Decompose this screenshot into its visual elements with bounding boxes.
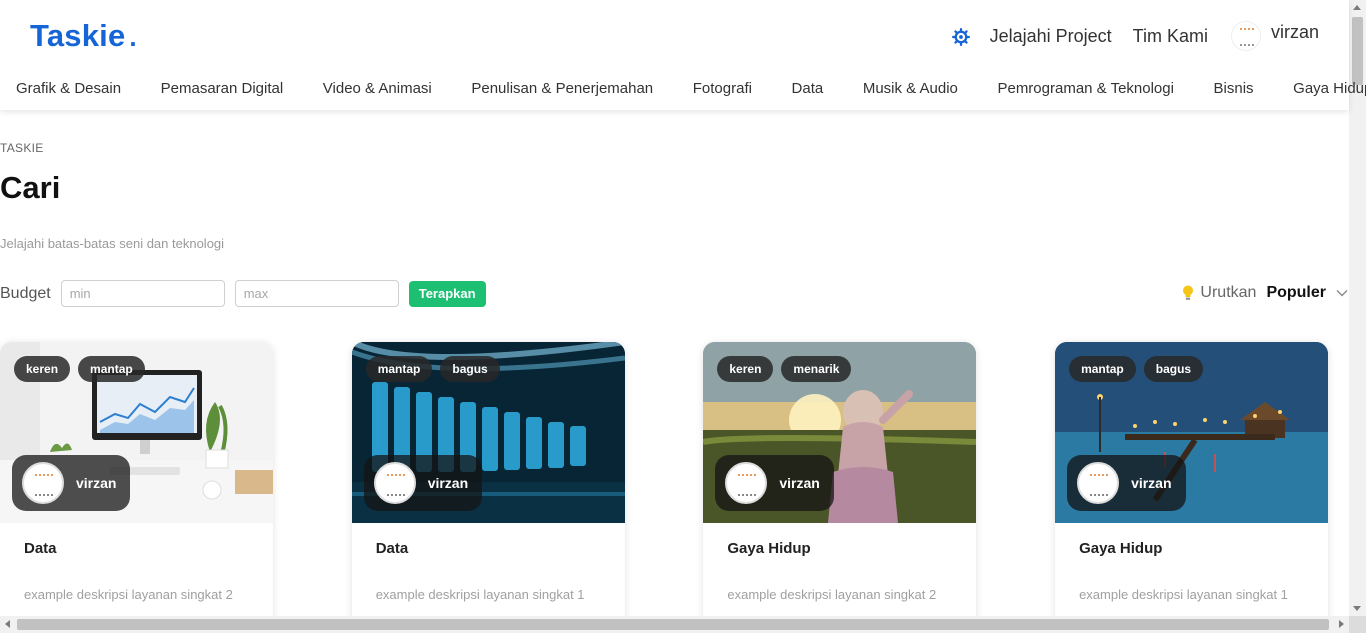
brand-dot: . [129, 22, 137, 52]
service-image-desk[interactable]: keren mantap virzan [0, 342, 273, 523]
category-pemrograman-teknologi[interactable]: Pemrograman & Teknologi [997, 80, 1173, 97]
apply-button[interactable]: Terapkan [408, 280, 486, 307]
seller-name: virzan [427, 475, 469, 491]
category-fotografi[interactable]: Fotografi [693, 80, 752, 97]
card-description: example deskripsi layanan singkat 2 [727, 587, 937, 602]
scrollbar-corner [1349, 616, 1366, 633]
scroll-down-arrow[interactable] [1353, 606, 1361, 611]
service-card[interactable]: mantap bagus virzan Data example deskrip… [351, 342, 625, 633]
avatar [1230, 21, 1261, 51]
sort-value[interactable]: Populer [1266, 284, 1326, 302]
tag-list: mantap bagus [1069, 356, 1211, 382]
lightbulb-icon [1183, 285, 1194, 300]
service-image-server[interactable]: mantap bagus virzan [351, 342, 625, 523]
seller-name: virzan [76, 475, 117, 491]
tag[interactable]: mantap [78, 356, 145, 382]
sort-label: Urutkan [1200, 284, 1257, 301]
avatar [22, 462, 64, 504]
service-card[interactable]: keren mantap virzan Data example deskrip… [0, 342, 273, 633]
card-category[interactable]: Gaya Hidup [1079, 540, 1162, 557]
seller-badge[interactable]: virzan [715, 455, 834, 511]
chevron-down-icon[interactable] [1336, 289, 1348, 297]
horizontal-scrollbar[interactable] [0, 616, 1349, 633]
budget-max-input[interactable] [234, 280, 399, 307]
brand-logo[interactable]: Taskie. [30, 18, 137, 54]
scroll-right-arrow[interactable] [1339, 620, 1344, 628]
service-image-pier[interactable]: mantap bagus virzan [1055, 342, 1329, 523]
scroll-left-arrow[interactable] [5, 620, 10, 628]
tag[interactable]: menarik [781, 356, 852, 382]
card-category[interactable]: Data [376, 540, 409, 557]
tag[interactable]: bagus [440, 356, 500, 382]
service-card[interactable]: mantap bagus virzan Gaya Hidup example d… [1055, 342, 1329, 633]
scroll-up-arrow[interactable] [1353, 5, 1361, 10]
tag-list: mantap bagus [365, 356, 508, 382]
scrollbar-thumb[interactable] [17, 619, 1329, 630]
card-category[interactable]: Gaya Hidup [727, 540, 810, 557]
nav-link-jelajahi-project[interactable]: Jelajahi Project [990, 26, 1112, 47]
avatar [725, 462, 768, 504]
avatar [1077, 462, 1120, 504]
budget-min-input[interactable] [60, 280, 225, 307]
category-penulisan-penerjemahan[interactable]: Penulisan & Penerjemahan [471, 80, 653, 97]
service-card[interactable]: keren menarik virzan Gaya Hidup example … [703, 342, 977, 633]
category-grafik-desain[interactable]: Grafik & Desain [16, 80, 121, 97]
seller-badge[interactable]: virzan [12, 455, 131, 511]
top-nav: Jelajahi Project Tim Kami virzan [951, 14, 1319, 54]
category-nav: Grafik & Desain Pemasaran Digital Video … [16, 80, 1366, 97]
card-category[interactable]: Data [24, 540, 57, 557]
breadcrumb[interactable]: TASKIE [0, 141, 44, 155]
sort-control[interactable]: Urutkan Populer [1182, 284, 1348, 302]
scrollbar-thumb[interactable] [1352, 17, 1363, 85]
avatar [373, 462, 416, 504]
tag[interactable]: bagus [1143, 356, 1204, 382]
tag[interactable]: keren [14, 356, 71, 382]
service-card-list: keren mantap virzan Data example deskrip… [0, 342, 1366, 633]
tag-list: keren menarik [717, 356, 859, 382]
site-header: Taskie. Jelajahi Project Tim Kami virzan… [0, 0, 1366, 110]
category-pemasaran-digital[interactable]: Pemasaran Digital [161, 80, 284, 97]
gear-icon[interactable] [951, 28, 970, 46]
category-bisnis[interactable]: Bisnis [1214, 80, 1254, 97]
user-menu[interactable]: virzan [1230, 17, 1319, 51]
seller-badge[interactable]: virzan [1067, 455, 1186, 511]
card-description: example deskripsi layanan singkat 2 [24, 587, 233, 602]
page-subtitle: Jelajahi batas-batas seni dan teknologi [0, 236, 225, 251]
tag[interactable]: mantap [365, 356, 433, 382]
user-name: virzan [1270, 21, 1319, 42]
tag[interactable]: mantap [1069, 356, 1136, 382]
budget-filter: Budget Terapkan [0, 280, 486, 307]
tag-list: keren mantap [14, 356, 153, 382]
nav-link-tim-kami[interactable]: Tim Kami [1133, 26, 1208, 47]
page-title: Cari [0, 170, 61, 205]
tag[interactable]: keren [717, 356, 774, 382]
category-video-animasi[interactable]: Video & Animasi [323, 80, 432, 97]
card-description: example deskripsi layanan singkat 1 [375, 587, 585, 602]
seller-badge[interactable]: virzan [363, 455, 483, 511]
category-musik-audio[interactable]: Musik & Audio [863, 80, 958, 97]
brand-name: Taskie [30, 18, 126, 53]
budget-label: Budget [0, 284, 51, 302]
category-data[interactable]: Data [792, 80, 824, 97]
seller-name: virzan [779, 475, 820, 491]
service-image-sunset-child[interactable]: keren menarik virzan [703, 342, 977, 523]
seller-name: virzan [1131, 475, 1172, 491]
card-description: example deskripsi layanan singkat 1 [1079, 587, 1288, 602]
category-gaya-hidup[interactable]: Gaya Hidup [1293, 80, 1366, 97]
